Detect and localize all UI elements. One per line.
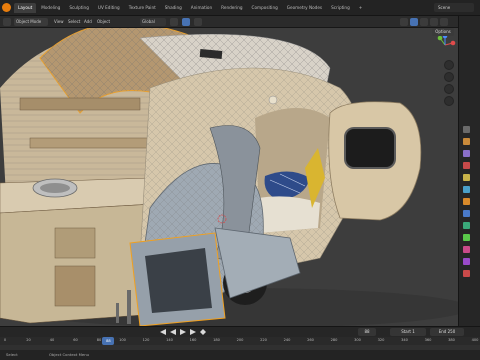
ruler-tick: 280	[330, 338, 338, 342]
workspace-tab[interactable]: Texture Paint	[125, 3, 160, 13]
shading-rendered-icon[interactable]	[430, 18, 438, 26]
physics-properties-icon[interactable]	[463, 222, 470, 229]
end-frame-field[interactable]: End 250	[430, 328, 464, 336]
transform-orientation-select[interactable]: Global	[140, 18, 166, 26]
end-value: 250	[447, 329, 456, 334]
workspace-tab[interactable]: Shading	[161, 3, 186, 13]
modifier-properties-icon[interactable]	[463, 210, 470, 217]
ruler-tick: 200	[236, 338, 244, 342]
playhead[interactable]: 88	[102, 337, 115, 345]
workspace-tab[interactable]: Scripting	[327, 3, 354, 13]
timeline-controls: 88 Start 1 End 250	[0, 327, 480, 337]
editor-type-icon[interactable]	[3, 18, 11, 26]
proportional-edit-icon[interactable]	[194, 18, 202, 26]
menu-add[interactable]: Add	[82, 18, 94, 26]
camera-view-icon[interactable]	[444, 84, 454, 94]
scene-properties-icon[interactable]	[463, 174, 470, 181]
options-button[interactable]: Options	[432, 28, 454, 36]
ruler-tick: 80	[96, 338, 102, 342]
status-bar: Select Object Context Menu	[0, 350, 480, 360]
end-label: End	[438, 329, 447, 334]
ruler-tick: 100	[119, 338, 126, 342]
workspace-tab[interactable]: UV Editing	[94, 3, 124, 13]
ruler-tick: 140	[166, 338, 173, 342]
start-label: Start	[401, 329, 411, 334]
view-layer-icon[interactable]	[463, 162, 470, 169]
snap-toggle-icon[interactable]	[182, 18, 190, 26]
menu-view[interactable]: View	[52, 18, 66, 26]
mode-selector[interactable]: Object Mode	[14, 18, 48, 26]
ruler-tick: 260	[307, 338, 314, 342]
viewport-overlays-icon[interactable]	[400, 18, 408, 26]
data-properties-icon[interactable]	[463, 258, 470, 265]
shading-wireframe-icon[interactable]	[440, 18, 448, 26]
shading-material-icon[interactable]	[420, 18, 428, 26]
menu-object[interactable]: Object	[95, 18, 112, 26]
pivot-point-icon[interactable]	[170, 18, 178, 26]
workspace-tab[interactable]: Modeling	[37, 3, 64, 13]
workspace-bar: Layout Modeling Sculpting UV Editing Texture…	[0, 0, 480, 16]
ruler-tick: 240	[283, 338, 291, 342]
ruler-tick: 400	[471, 338, 479, 342]
status-context-hint: Object Context Menu	[48, 352, 90, 357]
ruler-tick: 220	[260, 338, 267, 342]
object-properties-icon[interactable]	[463, 198, 470, 205]
render-properties-icon[interactable]	[463, 138, 470, 145]
workspace-tab[interactable]: +	[355, 3, 367, 13]
material-properties-icon[interactable]	[463, 246, 470, 253]
ruler-tick: 380	[448, 338, 455, 342]
start-frame-field[interactable]: Start 1	[390, 328, 426, 336]
box-lid[interactable]	[214, 227, 301, 299]
ruler-tick: 300	[354, 338, 361, 342]
zoom-icon[interactable]	[444, 60, 454, 70]
wall-lamp	[268, 95, 278, 105]
properties-panel	[458, 16, 480, 326]
support-leg	[127, 290, 131, 324]
status-select-hint: Select	[6, 352, 18, 357]
jump-start-icon[interactable]	[160, 329, 166, 335]
start-value: 1	[412, 329, 415, 334]
perspective-toggle-icon[interactable]	[444, 96, 454, 106]
world-properties-icon[interactable]	[463, 186, 470, 193]
ruler-tick: 20	[26, 338, 31, 342]
workspace-tab[interactable]: Layout	[14, 3, 37, 13]
navigation-gizmo-icon[interactable]	[434, 34, 456, 56]
workspace-tab[interactable]: Rendering	[217, 3, 246, 13]
workspace-tab[interactable]: Animation	[187, 3, 216, 13]
play-icon[interactable]	[180, 329, 186, 335]
play-reverse-icon[interactable]	[170, 329, 176, 335]
ruler-tick: 40	[49, 338, 55, 342]
door-window	[344, 127, 396, 169]
output-properties-icon[interactable]	[463, 150, 470, 157]
teardrop-trailer-model[interactable]	[0, 28, 458, 326]
viewport-header: Object Mode View Select Add Object Globa…	[0, 16, 458, 28]
workspace-tab[interactable]: Geometry Nodes	[283, 3, 326, 13]
ruler-tick: 120	[142, 338, 150, 342]
ruler-tick: 60	[73, 338, 78, 342]
tool-properties-icon[interactable]	[463, 126, 470, 133]
ruler-tick: 340	[401, 338, 408, 342]
ruler-tick: 320	[377, 338, 385, 342]
pan-icon[interactable]	[444, 72, 454, 82]
ruler-tick: 360	[424, 338, 432, 342]
keyframe-icon[interactable]	[200, 329, 206, 335]
ruler-tick: 180	[213, 338, 220, 342]
frame-ruler[interactable]: 0 20 40 60 80 100 120 140 160 180 200 220 240 260 280 3…	[0, 337, 480, 345]
ruler-tick: 0	[3, 338, 7, 342]
ruler-tick: 160	[189, 338, 197, 342]
workspace-tabs: Layout Modeling Sculpting UV Editing Texture…	[14, 3, 366, 13]
3d-viewport[interactable]	[0, 28, 458, 326]
workspace-tab[interactable]: Compositing	[248, 3, 282, 13]
shading-solid-icon[interactable]	[410, 18, 418, 26]
workspace-tab[interactable]: Sculpting	[65, 3, 93, 13]
jump-end-icon[interactable]	[190, 329, 196, 335]
texture-properties-icon[interactable]	[463, 270, 470, 277]
menu-select[interactable]: Select	[66, 18, 82, 26]
current-frame-field[interactable]: 88	[358, 328, 376, 336]
blender-logo-icon[interactable]	[2, 3, 11, 12]
scene-selector[interactable]: Scene	[434, 3, 474, 12]
constraints-icon[interactable]	[463, 234, 470, 241]
